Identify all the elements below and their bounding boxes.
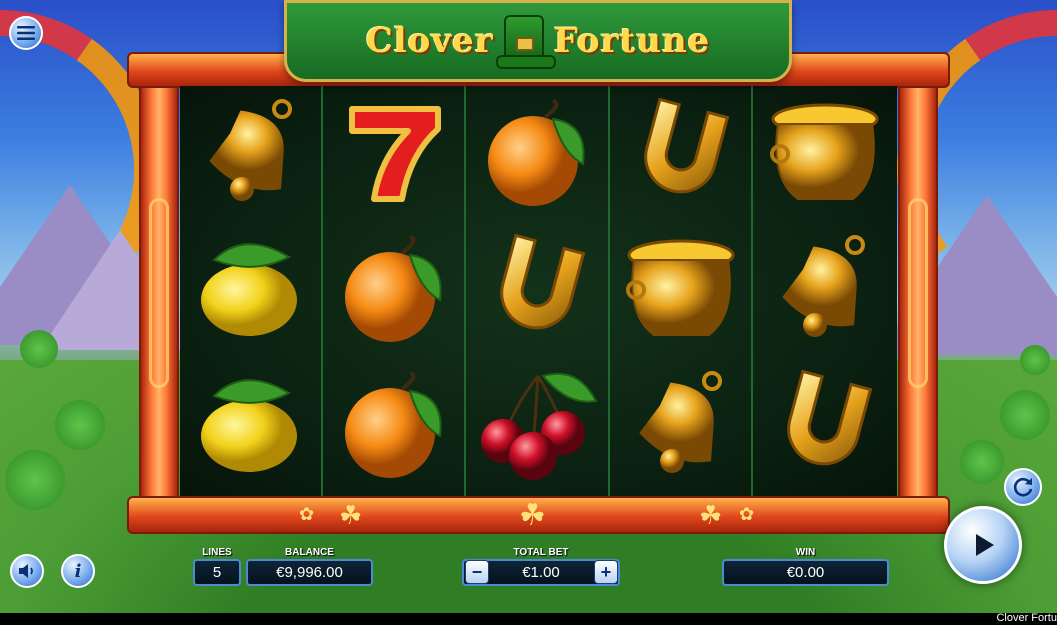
balance-value: €9,996.00 [246, 559, 373, 586]
title-right: Fortune [553, 21, 711, 61]
menu-button[interactable] [9, 16, 43, 50]
reels-area [180, 86, 897, 496]
frame-pillar-left [139, 86, 179, 498]
orange-symbol-icon [323, 222, 466, 358]
title-left: Clover [365, 21, 494, 61]
lemon-symbol-icon [180, 222, 323, 358]
horseshoe-symbol-icon [610, 86, 753, 222]
clover-ornament-icon: ☘ [339, 500, 363, 530]
frame-bottom: ✿ ☘ ☘ ☘ ✿ [127, 496, 950, 534]
frame-pillar-right [898, 86, 938, 498]
clover-ornament-icon: ☘ [519, 499, 546, 532]
footer-title: Clover Fortu [996, 612, 1057, 624]
sound-button[interactable] [10, 554, 44, 588]
info-icon: i [74, 560, 82, 582]
reel-4 [610, 86, 754, 496]
decrease-bet-button[interactable]: − [465, 560, 489, 584]
seven-symbol-icon [323, 86, 466, 222]
win-label: WIN [795, 547, 816, 558]
refresh-icon [1013, 477, 1033, 497]
bell-symbol-icon [610, 358, 753, 494]
flower-ornament-icon: ✿ [299, 504, 315, 524]
reel-2 [323, 86, 467, 496]
clover-decoration [5, 450, 65, 510]
hamburger-icon [17, 26, 35, 40]
lines-value: 5 [193, 559, 241, 586]
clover-decoration [960, 440, 1004, 484]
horseshoe-symbol-icon [467, 222, 610, 358]
leprechaun-hat-icon [495, 15, 556, 69]
balance-label: BALANCE [285, 547, 334, 558]
lines-label: LINES [202, 547, 232, 558]
autoplay-button[interactable] [1004, 468, 1042, 506]
clover-ornament-icon: ☘ [699, 500, 723, 530]
clover-decoration [1020, 345, 1050, 375]
bell-symbol-icon [180, 86, 323, 222]
cherries-symbol-icon [467, 358, 610, 494]
footer-bar: Clover Fortu [0, 612, 1057, 625]
clover-decoration [20, 330, 58, 368]
pot-of-gold-symbol-icon [610, 222, 753, 358]
control-bar: i LINES 5 BALANCE €9,996.00 TOTAL BET €1… [0, 540, 1057, 613]
reel-1 [180, 86, 323, 496]
total-bet-label: TOTAL BET [513, 547, 569, 558]
reel-3 [467, 86, 610, 496]
increase-bet-button[interactable]: + [594, 560, 618, 584]
bell-symbol-icon [754, 222, 897, 358]
clover-decoration [1000, 390, 1050, 440]
orange-symbol-icon [323, 358, 466, 494]
horseshoe-symbol-icon [754, 358, 897, 494]
info-button[interactable]: i [61, 554, 95, 588]
win-value: €0.00 [722, 559, 889, 586]
reel-5 [754, 86, 897, 496]
lemon-symbol-icon [180, 358, 323, 494]
title-banner: Clover Fortune [284, 0, 792, 82]
flower-ornament-icon: ✿ [739, 504, 755, 524]
speaker-icon [19, 564, 33, 578]
orange-symbol-icon [467, 86, 610, 222]
pot-of-gold-symbol-icon [754, 86, 897, 222]
game-stage: ✿ ☘ ☘ ☘ ✿ Clover Fortune i LINES 5 BALAN… [0, 0, 1057, 625]
clover-decoration [55, 400, 105, 450]
